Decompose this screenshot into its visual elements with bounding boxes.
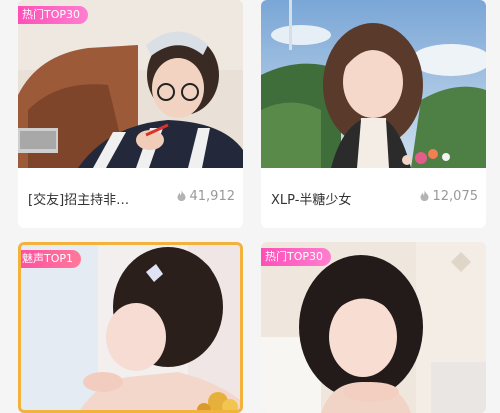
room-info-1: [交友]招主持非… 41,912 bbox=[18, 168, 243, 228]
room-info-2: XLP-半糖少女 12,075 bbox=[261, 168, 486, 228]
room-heat-1: 41,912 bbox=[177, 189, 236, 205]
room-cover-image-4 bbox=[261, 242, 486, 413]
room-thumbnail-1[interactable]: 热门TOP30 bbox=[18, 0, 243, 168]
room-card-2[interactable]: XLP-半糖少女 12,075 bbox=[261, 0, 486, 228]
room-heat-2: 12,075 bbox=[420, 189, 479, 205]
room-card-1[interactable]: 热门TOP30 [交友]招主持非… 41,912 bbox=[18, 0, 243, 228]
room-card-3[interactable]: 魅声TOP1 bbox=[18, 242, 243, 413]
rank-badge-4: 热门TOP30 bbox=[261, 248, 332, 266]
flame-icon bbox=[420, 190, 429, 205]
room-thumbnail-4[interactable]: 热门TOP30 bbox=[261, 242, 486, 413]
room-card-4[interactable]: 热门TOP30 bbox=[261, 242, 486, 413]
room-cover-image-2 bbox=[261, 0, 486, 168]
heat-count-2: 12,075 bbox=[432, 189, 479, 204]
room-cover-image-1 bbox=[18, 0, 243, 168]
rank-badge-3: 魅声TOP1 bbox=[18, 250, 82, 268]
room-thumbnail-3[interactable]: 魅声TOP1 bbox=[18, 242, 243, 413]
heat-count-1: 41,912 bbox=[189, 189, 236, 204]
flame-icon bbox=[177, 190, 186, 205]
room-title-2[interactable]: XLP-半糖少女 bbox=[271, 189, 351, 208]
rank-badge-1: 热门TOP30 bbox=[18, 6, 89, 24]
room-thumbnail-2[interactable] bbox=[261, 0, 486, 168]
room-title-1[interactable]: [交友]招主持非… bbox=[28, 189, 129, 208]
